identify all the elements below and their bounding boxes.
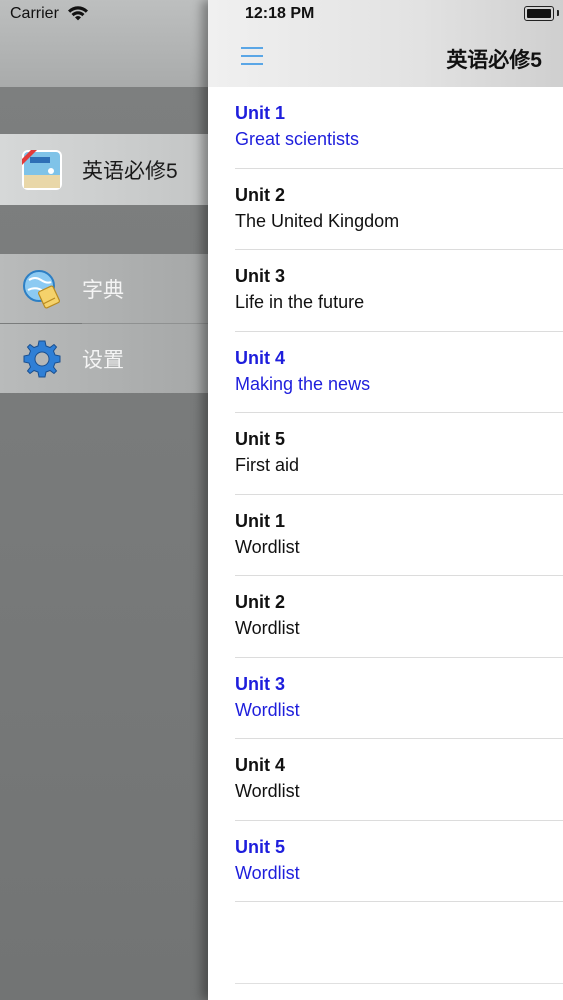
- unit-title: First aid: [235, 455, 300, 475]
- sidebar-status-bar: Carrier: [0, 0, 210, 87]
- unit-title: Making the news: [235, 373, 371, 394]
- list-bottom-separator: [235, 983, 563, 984]
- hamburger-line: [241, 55, 263, 57]
- battery-icon: [524, 6, 554, 21]
- unit-label: Unit 3: [235, 266, 286, 286]
- list-item[interactable]: Unit 1 Great scientists: [208, 87, 563, 169]
- battery-tip: [557, 10, 559, 16]
- menu-button[interactable]: [236, 44, 268, 72]
- sidebar-item-label: 设置: [82, 348, 124, 372]
- unit-title: Wordlist: [235, 699, 300, 720]
- unit-label: Unit 1: [235, 103, 286, 123]
- unit-title: Wordlist: [235, 862, 300, 883]
- unit-label: Unit 4: [235, 347, 286, 368]
- list-item[interactable]: Unit 5 First aid: [208, 413, 563, 495]
- unit-title: Wordlist: [235, 781, 300, 801]
- list-item[interactable]: Unit 2 Wordlist: [208, 576, 563, 658]
- status-time: 12:18 PM: [245, 5, 315, 22]
- unit-label: Unit 3: [235, 673, 286, 694]
- sidebar-item-label: 英语必修5: [82, 159, 178, 183]
- list-item[interactable]: Unit 4 Wordlist: [208, 739, 563, 821]
- unit-label: Unit 5: [235, 836, 286, 857]
- unit-title: Wordlist: [235, 536, 300, 557]
- list-item[interactable]: Unit 5 Wordlist: [208, 821, 563, 902]
- unit-title: Wordlist: [235, 618, 300, 638]
- side-menu: Carrier 英语必修5 字典 设置: [0, 0, 210, 1000]
- dictionary-globe-icon: [23, 270, 60, 309]
- textbook-icon: [22, 150, 62, 190]
- sidebar-item-settings[interactable]: 设置: [0, 324, 210, 393]
- unit-title: Life in the future: [235, 292, 365, 312]
- unit-label: Unit 1: [235, 510, 286, 531]
- gear-icon: [23, 340, 61, 378]
- wifi-icon: [68, 6, 88, 21]
- sidebar-item-dictionary[interactable]: 字典: [0, 254, 210, 323]
- row-separator: [235, 901, 563, 902]
- navigation-bar: 12:18 PM 英语必修5: [208, 0, 563, 87]
- list-item[interactable]: Unit 3 Wordlist: [208, 658, 563, 739]
- list-item[interactable]: Unit 2 The United Kingdom: [208, 169, 563, 250]
- unit-title: The United Kingdom: [235, 210, 400, 231]
- unit-label: Unit 2: [235, 184, 286, 205]
- unit-label: Unit 2: [235, 592, 286, 612]
- main-panel: 12:18 PM 英语必修5 Unit 1 Great scientists Uni…: [208, 0, 563, 1000]
- unit-title: Great scientists: [235, 129, 360, 149]
- carrier-label: Carrier: [10, 5, 59, 22]
- sidebar-item-textbook[interactable]: 英语必修5: [0, 134, 210, 205]
- list-item[interactable]: Unit 4 Making the news: [208, 332, 563, 413]
- hamburger-line: [241, 63, 263, 65]
- hamburger-menu-icon: [241, 47, 263, 49]
- unit-label: Unit 4: [235, 755, 286, 775]
- sidebar-item-label: 字典: [82, 278, 124, 302]
- list-item[interactable]: Unit 1 Wordlist: [208, 495, 563, 576]
- page-title: 英语必修5: [446, 49, 542, 72]
- list-item[interactable]: Unit 3 Life in the future: [208, 250, 563, 332]
- unit-label: Unit 5: [235, 429, 286, 449]
- unit-list: Unit 1 Great scientists Unit 2 The United K…: [208, 87, 563, 902]
